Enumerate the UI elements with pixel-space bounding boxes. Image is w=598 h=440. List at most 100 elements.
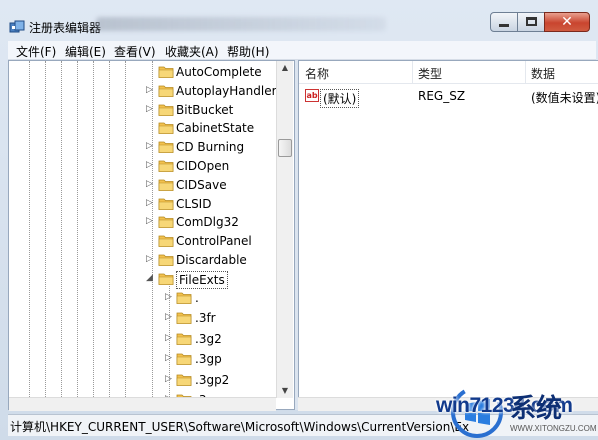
window-title: 注册表编辑器 — [29, 21, 102, 35]
header-divider — [299, 83, 598, 84]
tree-item-label: .3gp2 — [195, 372, 230, 387]
tree-item-label: CabinetState — [176, 121, 255, 136]
tree-item-label: Discardable — [176, 253, 247, 267]
value-type: REG_SZ — [418, 89, 466, 103]
tree-vertical-scrollbar[interactable] — [276, 61, 293, 398]
tree-item-label: .3g2 — [195, 331, 222, 346]
tree-child-item[interactable]: ▷. — [9, 289, 279, 307]
folder-icon — [158, 104, 174, 116]
menu-file[interactable]: 文件(F) — [16, 43, 56, 60]
expand-arrow-icon[interactable]: ▷ — [146, 198, 155, 209]
expand-arrow-icon[interactable]: ▷ — [146, 85, 155, 96]
tree-child-item[interactable]: ▷ .3gp2 — [9, 371, 279, 389]
folder-icon — [176, 374, 192, 386]
folder-icon — [158, 85, 174, 97]
menu-favorites[interactable]: 收藏夹(A) — [165, 43, 219, 60]
tree-scroll-thumb[interactable] — [278, 139, 292, 157]
title-bar[interactable]: 注册表编辑器 ✕ — [0, 0, 598, 40]
expand-arrow-icon[interactable]: ▷ — [165, 374, 174, 385]
tree-item[interactable]: ▷ BitBucket — [9, 101, 279, 119]
minimize-button[interactable] — [490, 12, 518, 32]
tree-item-label: BitBucket — [176, 102, 234, 117]
menu-edit[interactable]: 编辑(E) — [65, 43, 106, 60]
collapse-arrow-icon[interactable]: ◢ — [146, 273, 155, 284]
string-value-icon: ab — [305, 89, 319, 102]
folder-icon — [158, 160, 174, 172]
tree-item[interactable]: ControlPanel — [9, 232, 279, 250]
close-icon: ✕ — [561, 14, 573, 30]
close-button[interactable]: ✕ — [544, 12, 590, 32]
registry-editor-icon — [9, 20, 25, 33]
folder-icon — [176, 353, 192, 365]
folder-icon — [158, 235, 174, 248]
folder-icon — [158, 198, 174, 210]
value-name-default[interactable]: (默认) — [320, 89, 360, 108]
column-header-name[interactable]: 名称 — [305, 65, 329, 82]
folder-icon — [158, 216, 174, 229]
expand-arrow-icon[interactable]: ▷ — [165, 353, 174, 364]
tree-item[interactable]: ▷ CLSID — [9, 195, 279, 213]
folder-icon — [158, 273, 174, 285]
tree-item-label: CIDOpen — [176, 159, 230, 173]
tree-item-label: CIDSave — [176, 177, 227, 192]
registry-tree[interactable]: AutoComplete ▷ AutoplayHandlers ▷ BitBucket C… — [8, 60, 295, 410]
tree-child-item[interactable]: ▷ .3fr — [9, 309, 279, 327]
tree-item-label: . — [195, 290, 199, 305]
expand-arrow-icon[interactable]: ▷ — [146, 104, 155, 115]
tree-item[interactable]: ▷ AutoplayHandlers — [9, 82, 283, 100]
tree-item[interactable]: ▷ CIDOpen — [9, 157, 279, 175]
tree-item-label: CLSID — [176, 196, 212, 211]
tree-item[interactable]: AutoComplete — [9, 63, 279, 81]
blurred-title-region — [96, 17, 386, 31]
tree-item[interactable]: CabinetState — [9, 119, 279, 137]
menu-view[interactable]: 查看(V) — [114, 43, 156, 60]
tree-item[interactable]: ▷ CIDSave — [9, 176, 279, 194]
column-header-type[interactable]: 类型 — [418, 65, 442, 82]
expand-arrow-icon[interactable]: ▷ — [165, 292, 174, 303]
tree-item-label: FileExts — [176, 270, 228, 289]
tree-item[interactable]: ▷ ComDlg32 — [9, 213, 279, 231]
tree-child-item[interactable]: ▷ .3g2 — [9, 330, 279, 348]
folder-icon — [158, 122, 174, 135]
tree-horizontal-scrollbar[interactable] — [9, 397, 276, 411]
scroll-up-arrow[interactable]: ▲ — [280, 63, 290, 72]
expand-arrow-icon[interactable]: ▷ — [146, 141, 155, 152]
maximize-icon — [525, 17, 537, 26]
expand-arrow-icon[interactable]: ▷ — [146, 179, 155, 190]
tree-item[interactable]: ▷ CD Burning — [9, 138, 279, 156]
menu-bar: 文件(F) 编辑(E) 查看(V) 收藏夹(A) 帮助(H) — [8, 41, 596, 60]
expand-arrow-icon[interactable]: ▷ — [146, 160, 155, 171]
status-path: 计算机\HKEY_CURRENT_USER\Software\Microsoft… — [10, 420, 470, 434]
watermark-url: WWW.XITONGZU.COM — [510, 424, 597, 433]
folder-icon — [158, 179, 174, 191]
expand-arrow-icon[interactable]: ▷ — [165, 312, 174, 323]
tree-item-label: .3gp — [195, 352, 222, 367]
expand-arrow-icon[interactable]: ▷ — [146, 254, 155, 265]
tree-item[interactable]: ◢ FileExts — [9, 270, 279, 289]
tree-item-label: ControlPanel — [176, 234, 252, 249]
tree-item-label: AutoplayHandlers — [176, 83, 283, 98]
tree-item-label: ComDlg32 — [176, 215, 239, 230]
tree-item[interactable]: ▷ Discardable — [9, 251, 279, 269]
values-list[interactable]: 名称 类型 数据 ab (默认) REG_SZ (数值未设置) — [298, 60, 598, 410]
folder-icon — [176, 312, 192, 324]
registry-editor-window: 注册表编辑器 ✕ 文件(F) 编辑(E) 查看(V) 收藏夹(A) 帮助(H) … — [0, 0, 598, 440]
expand-arrow-icon[interactable]: ▷ — [165, 333, 174, 344]
column-separator[interactable] — [412, 61, 413, 83]
tree-item-label: .3fr — [195, 311, 216, 326]
column-header-data[interactable]: 数据 — [531, 65, 555, 82]
menu-help[interactable]: 帮助(H) — [227, 43, 269, 60]
folder-icon — [158, 254, 174, 266]
expand-arrow-icon[interactable]: ▷ — [146, 216, 155, 227]
maximize-button[interactable] — [517, 12, 545, 32]
folder-icon — [158, 141, 174, 154]
column-separator[interactable] — [525, 61, 526, 83]
tree-item-label: CD Burning — [176, 140, 245, 155]
tree-item-label: AutoComplete — [176, 65, 262, 79]
scroll-down-arrow[interactable]: ▼ — [280, 386, 290, 395]
watermark-cn: 系统 — [510, 394, 563, 424]
folder-icon — [176, 333, 192, 345]
minimize-icon — [499, 24, 509, 27]
tree-child-item[interactable]: ▷ .3gp — [9, 350, 279, 368]
folder-icon — [176, 292, 192, 304]
